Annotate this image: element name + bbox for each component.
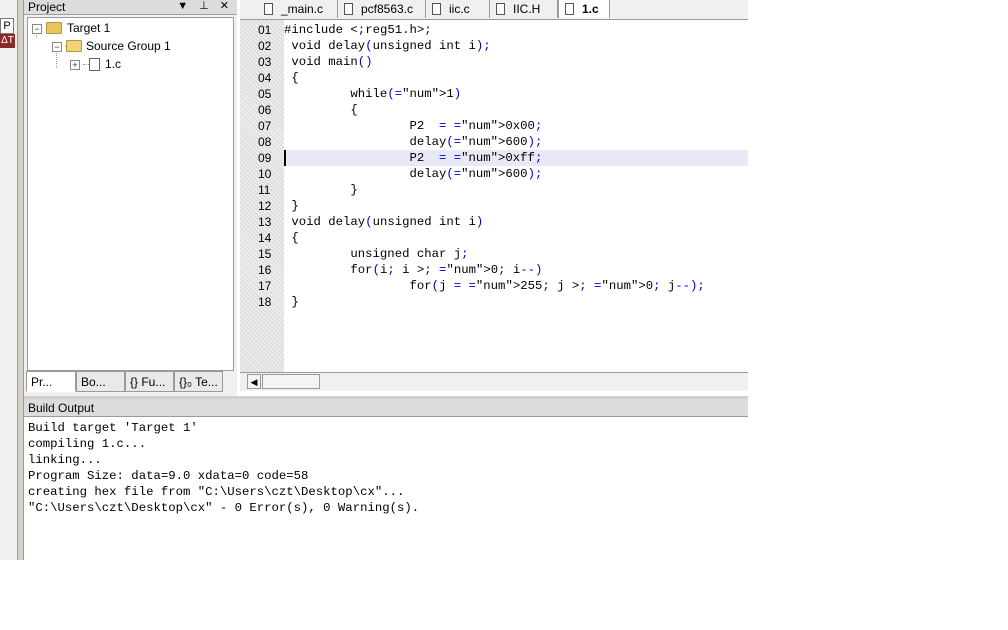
file-tab-iic-c[interactable]: iic.c — [426, 0, 490, 18]
build-output-line: "C:\Users\czt\Desktop\cx" - 0 Error(s), … — [28, 501, 420, 515]
code-line[interactable]: delay(="num">600); — [284, 134, 748, 150]
tab-templates[interactable]: {}₀ Te... — [174, 371, 223, 392]
code-editor: _main.c pcf8563.c iic.c IIC.H 1.c 01 02 03… — [240, 0, 748, 393]
line-number: 14 — [258, 231, 272, 245]
code-area[interactable]: #include <;reg51.h>; void delay(unsigned… — [284, 20, 748, 372]
line-number: 03 — [258, 55, 272, 69]
file-tab-1c[interactable]: 1.c — [558, 0, 610, 18]
scroll-left-arrow-icon[interactable]: ◀ — [247, 374, 261, 389]
build-output-line: Program Size: data=9.0 xdata=0 code=58 — [28, 469, 309, 483]
collapse-target-button[interactable]: − — [32, 24, 42, 34]
line-number: 12 — [258, 199, 272, 213]
tree-item-target[interactable]: Target 1 — [67, 20, 110, 36]
tab-project[interactable]: Pr... — [26, 371, 76, 392]
scrollbar-thumb[interactable] — [262, 374, 320, 389]
line-number: 13 — [258, 215, 272, 229]
file-tab-iic-h[interactable]: IIC.H — [490, 0, 558, 18]
build-output-line: linking... — [28, 453, 102, 467]
build-output-line: Build target 'Target 1' — [28, 421, 198, 435]
vertical-splitter[interactable] — [17, 0, 24, 560]
code-line[interactable]: void delay(unsigned int i) — [284, 214, 748, 230]
code-line[interactable]: { — [284, 102, 748, 118]
file-tab-label: IIC.H — [513, 2, 541, 16]
file-tab-bar: _main.c pcf8563.c iic.c IIC.H 1.c — [240, 0, 748, 20]
line-number: 08 — [258, 135, 272, 149]
line-number: 10 — [258, 167, 272, 181]
line-number: 07 — [258, 119, 272, 133]
build-output-line: compiling 1.c... — [28, 437, 147, 451]
file-icon — [565, 3, 574, 15]
code-line[interactable]: void main() — [284, 54, 748, 70]
code-line[interactable]: delay(="num">600); — [284, 166, 748, 182]
build-output-line: creating hex file from "C:\Users\czt\Des… — [28, 485, 405, 499]
text-cursor — [284, 150, 286, 166]
tab-functions[interactable]: {} Fu... — [125, 371, 174, 392]
file-tab-main[interactable]: _main.c — [258, 0, 338, 18]
code-line[interactable]: void delay(unsigned int i); — [284, 38, 748, 54]
file-tab-label: 1.c — [582, 2, 599, 16]
line-number: 17 — [258, 279, 272, 293]
project-panel: Project ▼ ⊥ ✕ − Target 1 − Source Group … — [24, 0, 237, 396]
project-panel-window-buttons[interactable]: ▼ ⊥ ✕ — [177, 0, 233, 13]
line-number: 11 — [258, 183, 271, 197]
project-panel-tabs: Pr... Bo... {} Fu... {}₀ Te... — [24, 370, 237, 394]
line-number: 09 — [258, 151, 272, 165]
file-icon — [496, 3, 505, 15]
code-line[interactable]: P2 = ="num">0x00; — [284, 118, 748, 134]
folder-icon — [66, 40, 82, 52]
c-file-icon — [89, 58, 100, 71]
file-tab-pcf8563[interactable]: pcf8563.c — [338, 0, 426, 18]
code-line[interactable]: { — [284, 70, 748, 86]
file-icon — [432, 3, 441, 15]
expand-file-button[interactable]: + — [70, 60, 80, 70]
build-output-title: Build Output — [24, 399, 748, 417]
left-strip-button-at[interactable]: ΔT — [0, 34, 15, 48]
line-number: 06 — [258, 103, 272, 117]
code-line[interactable]: for(i; i >; ="num">0; i--) — [284, 262, 748, 278]
code-line[interactable]: } — [284, 198, 748, 214]
collapse-group-button[interactable]: − — [52, 42, 62, 52]
build-output-panel: Build Output Build target 'Target 1' comp… — [24, 399, 748, 560]
code-line[interactable]: P2 = ="num">0xff; — [284, 150, 748, 166]
project-panel-titlebar: Project ▼ ⊥ ✕ — [24, 0, 237, 15]
code-line[interactable]: while(="num">1) — [284, 86, 748, 102]
tree-connector — [56, 50, 57, 68]
tree-item-source-group[interactable]: Source Group 1 — [86, 38, 171, 54]
line-number: 15 — [258, 247, 272, 261]
line-number: 01 — [258, 23, 272, 37]
left-toolbar-strip: P ΔT — [0, 0, 17, 560]
line-number: 16 — [258, 263, 272, 277]
build-output-text: Build target 'Target 1' compiling 1.c... l… — [24, 419, 748, 559]
target-icon — [46, 22, 62, 34]
tree-item-file[interactable]: 1.c — [105, 56, 121, 72]
line-number-gutter: 01 02 03 04 05 06 07 08 09 10 11 12 13 14 15 16 17 18 — [240, 20, 284, 372]
left-strip-button-p[interactable]: P — [0, 18, 14, 34]
file-icon — [264, 3, 273, 15]
file-tab-label: pcf8563.c — [361, 2, 414, 16]
file-icon — [344, 3, 353, 15]
code-line[interactable]: #include <;reg51.h>; — [284, 22, 748, 38]
code-line[interactable]: { — [284, 230, 748, 246]
line-number: 18 — [258, 295, 272, 309]
file-tab-label: _main.c — [281, 2, 324, 16]
tab-books[interactable]: Bo... — [76, 371, 125, 392]
code-line[interactable]: for(j = ="num">255; j >; ="num">0; j--); — [284, 278, 748, 294]
line-number: 02 — [258, 39, 272, 53]
file-tab-label: iic.c — [449, 2, 470, 16]
code-line[interactable]: unsigned char j; — [284, 246, 748, 262]
horizontal-scrollbar[interactable]: ◀ — [240, 372, 748, 391]
project-tree: − Target 1 − Source Group 1 + 1.c — [27, 17, 234, 371]
line-number: 05 — [258, 87, 272, 101]
code-line[interactable]: } — [284, 182, 748, 198]
project-panel-title: Project — [28, 0, 66, 14]
code-line[interactable]: } — [284, 294, 748, 310]
line-number: 04 — [258, 71, 272, 85]
